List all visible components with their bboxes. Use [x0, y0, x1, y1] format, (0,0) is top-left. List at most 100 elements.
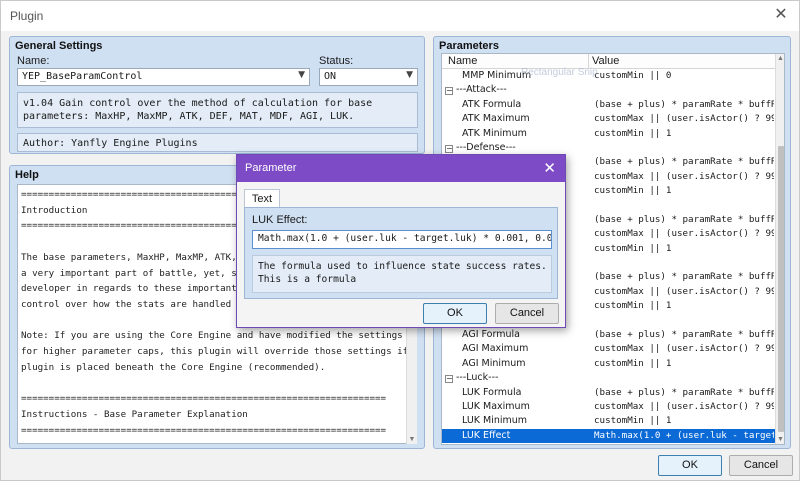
status-value: ON	[324, 71, 337, 82]
row-name-text: ATK Formula	[462, 98, 522, 110]
row-name: ATK Minimum	[462, 127, 527, 141]
table-row[interactable]: MMP Minimum customMin || 0	[442, 69, 776, 83]
cancel-button[interactable]: Cancel	[729, 455, 793, 476]
window-close-icon[interactable]: ✕	[769, 4, 793, 26]
general-settings-title: General Settings	[15, 40, 103, 52]
row-value: (base + plus) * paramRate * buffRate + f…	[594, 386, 774, 398]
column-header-name[interactable]: Name	[448, 55, 477, 67]
collapse-icon[interactable]: −	[445, 144, 453, 153]
collapse-icon[interactable]: −	[445, 87, 453, 96]
field-label: LUK Effect:	[252, 214, 308, 226]
plugin-description: v1.04 Gain control over the method of ca…	[17, 92, 418, 128]
collapse-icon[interactable]: −	[445, 375, 453, 384]
row-name: LUK Formula	[462, 386, 521, 400]
row-value: customMin || 0	[594, 70, 672, 81]
scroll-up-icon[interactable]: ▲	[776, 55, 784, 62]
row-name: LUK Maximum	[462, 400, 530, 414]
dialog-ok-button[interactable]: OK	[423, 303, 487, 324]
table-row[interactable]: AGI Minimum customMin || 1	[442, 357, 776, 371]
plugin-name-value: YEP_BaseParamControl	[22, 71, 143, 82]
chevron-down-icon: ▼	[406, 70, 413, 80]
table-row[interactable]: LUK Effect Math.max(1.0 + (user.luk - tar…	[442, 428, 776, 444]
table-row[interactable]: ATK Minimum customMin || 1	[442, 127, 776, 141]
row-value: customMax || (user.isActor() ? 999 : 999…	[594, 228, 774, 240]
row-value: customMin || 1	[594, 300, 672, 312]
row-value: customMax || (user.isActor() ? 999 : 999…	[594, 343, 774, 355]
row-name-text: AGI Minimum	[462, 357, 526, 369]
table-header: Name Value	[442, 54, 776, 69]
status-label: Status:	[319, 55, 354, 67]
row-name: AGI Maximum	[462, 342, 528, 356]
row-name-text: LUK Minimum	[462, 415, 528, 427]
row-name: AGI Minimum	[462, 357, 526, 371]
row-name-text: ---Defense---	[456, 141, 516, 153]
row-value: (base + plus) * paramRate * buffRate + f…	[594, 156, 774, 168]
row-name-text: ---Attack---	[456, 84, 507, 96]
window-title: Plugin	[10, 9, 44, 23]
parameter-dialog: Parameter ✕ Text LUK Effect: Math.max(1.…	[236, 154, 566, 328]
row-name-text: LUK Formula	[462, 386, 522, 398]
row-name-text: ATK Minimum	[462, 127, 527, 139]
row-value: customMin || 1	[594, 127, 672, 139]
row-value: (base + plus) * paramRate * buffRate + f…	[594, 271, 774, 283]
row-value: (base + plus) * paramRate * buffRate + f…	[594, 213, 774, 225]
row-value: customMax || (user.isActor() ? 999 : 999…	[594, 170, 774, 182]
row-name-text: ATK Maximum	[462, 113, 530, 125]
row-name: − ---Luck---	[445, 371, 498, 385]
ok-button[interactable]: OK	[658, 455, 722, 476]
dialog-title: Parameter	[245, 162, 297, 174]
row-name-text: LUK Effect	[462, 429, 511, 441]
scroll-down-icon[interactable]: ▼	[776, 436, 784, 443]
window-titlebar: Plugin ✕	[1, 1, 799, 31]
dialog-text-panel: LUK Effect: Math.max(1.0 + (user.luk - t…	[244, 207, 558, 299]
table-row[interactable]: LUK Maximum customMax || (user.isActor() …	[442, 400, 776, 414]
row-name: AGI Formula	[462, 328, 520, 342]
dialog-titlebar: Parameter ✕	[237, 155, 565, 182]
table-row[interactable]: ATK Formula (base + plus) * paramRate * b…	[442, 98, 776, 112]
name-label: Name:	[17, 55, 50, 67]
field-description: The formula used to influence state succ…	[252, 255, 552, 293]
table-row[interactable]: ATK Maximum customMax || (user.isActor() …	[442, 112, 776, 126]
row-name: − ---Attack---	[445, 83, 507, 97]
tab-text[interactable]: Text	[244, 189, 280, 208]
status-select[interactable]: ON ▼	[319, 68, 418, 86]
row-name: ATK Maximum	[462, 112, 530, 126]
row-value: customMax || (user.isActor() ? 999 : 999…	[594, 285, 774, 297]
general-settings-panel: General Settings Name: YEP_BaseParamCont…	[9, 36, 425, 154]
group-row[interactable]: − ---Attack---	[442, 83, 776, 97]
dialog-close-icon[interactable]: ✕	[543, 159, 556, 177]
chevron-down-icon: ▼	[298, 70, 305, 80]
row-value: (base + plus) * paramRate * buffRate + f…	[594, 98, 774, 110]
plugin-window: Plugin ✕ General Settings Name: YEP_Base…	[0, 0, 800, 481]
luk-effect-input[interactable]: Math.max(1.0 + (user.luk - target.luk) *…	[252, 230, 552, 249]
row-name: LUK Effect	[462, 429, 510, 443]
parameters-scroll-thumb[interactable]	[778, 146, 784, 432]
table-row[interactable]: AGI Formula (base + plus) * paramRate * b…	[442, 328, 776, 342]
help-title: Help	[15, 169, 39, 181]
row-name-text: ---Luck---	[456, 372, 499, 384]
row-name: LUK Minimum	[462, 414, 527, 428]
plugin-author: Author: Yanfly Engine Plugins	[17, 133, 418, 152]
row-value: customMin || 1	[594, 415, 672, 427]
table-row[interactable]: LUK Formula (base + plus) * paramRate * b…	[442, 386, 776, 400]
column-header-value[interactable]: Value	[592, 55, 619, 67]
parameters-scrollbar[interactable]: ▲ ▼	[775, 54, 784, 444]
row-name-text: LUK Maximum	[462, 400, 530, 412]
row-value: Math.max(1.0 + (user.luk - target.luk) *…	[594, 429, 774, 441]
row-value: customMin || 1	[594, 242, 672, 254]
dialog-cancel-button[interactable]: Cancel	[495, 303, 559, 324]
plugin-name-select[interactable]: YEP_BaseParamControl ▼	[17, 68, 310, 86]
table-row[interactable]: AGI Maximum customMax || (user.isActor() …	[442, 342, 776, 356]
table-row[interactable]: LUK Minimum customMin || 1	[442, 414, 776, 428]
row-value: customMax || (user.isActor() ? 999 : 999…	[594, 400, 774, 412]
row-value: customMax || (user.isActor() ? 999 : 999…	[594, 113, 774, 125]
row-value: customMin || 1	[594, 357, 672, 369]
row-name-text: AGI Formula	[462, 329, 520, 341]
group-row[interactable]: − ---Luck---	[442, 371, 776, 385]
scroll-down-icon[interactable]: ▼	[407, 436, 417, 443]
parameters-title: Parameters	[439, 40, 499, 52]
row-name: ATK Formula	[462, 98, 521, 112]
row-value: (base + plus) * paramRate * buffRate + f…	[594, 329, 774, 341]
snip-watermark: Rectangular Snip	[521, 67, 598, 78]
row-value: customMin || 1	[594, 185, 672, 197]
